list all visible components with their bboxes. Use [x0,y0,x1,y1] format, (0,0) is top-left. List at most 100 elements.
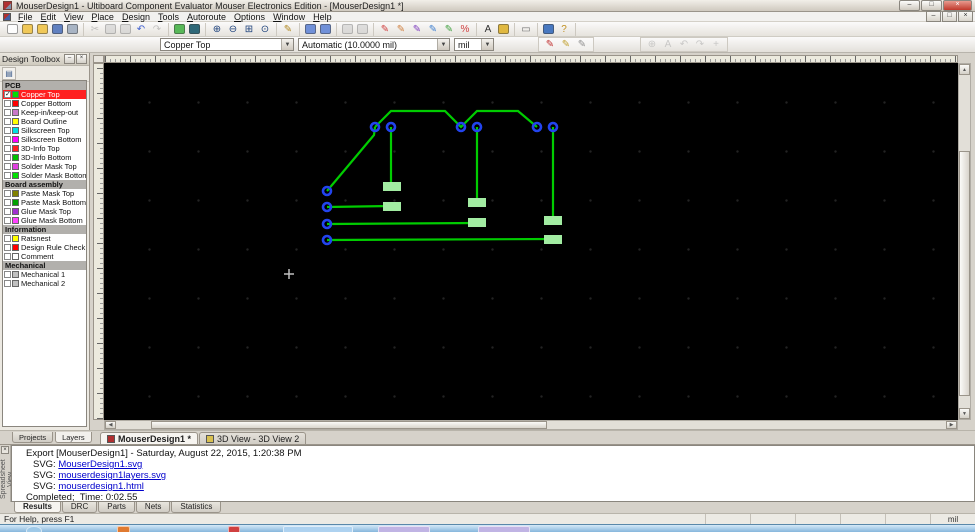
zoom-out-icon[interactable]: ⊖ [226,23,240,36]
menu-view[interactable]: View [60,12,87,22]
layer-row-paste-mask-bottom[interactable]: Paste Mask Bottom [3,198,86,207]
layer-row-board-outline[interactable]: Board Outline [3,117,86,126]
close-button[interactable]: × [943,0,972,11]
visibility-checkbox[interactable] [4,145,11,152]
layer-row-ratsnest[interactable]: Ratsnest [3,234,86,243]
layer-row-3d-info-top[interactable]: 3D-Info Top [3,144,86,153]
visibility-checkbox[interactable] [4,136,11,143]
layer-row-silkscreen-top[interactable]: Silkscreen Top [3,126,86,135]
zoom-window-icon[interactable]: ⊞ [242,23,256,36]
design-rules-icon[interactable]: ✎ [378,23,392,36]
place-line-icon[interactable]: ✎ [281,23,295,36]
horizontal-scrollbar-thumb[interactable] [151,421,547,429]
visibility-checkbox[interactable] [4,100,11,107]
help-icon[interactable]: ? [557,23,571,36]
import-file-icon[interactable] [498,24,509,34]
edit-trace-icon[interactable]: ✎ [426,23,440,36]
through-hole-pad[interactable] [531,121,543,133]
log-link[interactable]: MouserDesign1.svg [58,459,142,470]
visibility-checkbox[interactable] [4,271,11,278]
mdi-restore-button[interactable]: □ [942,11,957,22]
scroll-up-icon[interactable]: ▲ [959,64,970,75]
follow-me-router-icon[interactable]: ✎ [543,38,557,51]
new-file-icon[interactable] [7,24,18,34]
edit-via-icon[interactable]: ✎ [410,23,424,36]
visibility-checkbox[interactable] [4,190,11,197]
print-icon[interactable] [67,24,78,34]
text-tool-icon[interactable]: A [481,23,495,36]
layer-properties-icon[interactable]: ▤ [2,67,16,80]
smd-pad[interactable] [383,202,401,211]
panel-minimize-button[interactable]: – [64,54,75,64]
ripup-router-icon[interactable]: ✎ [575,38,589,51]
zoom-full-icon[interactable]: ⊙ [258,23,272,36]
smd-pad[interactable] [544,235,562,244]
visibility-checkbox[interactable] [4,154,11,161]
menu-design[interactable]: Design [118,12,154,22]
visibility-checkbox[interactable] [4,109,11,116]
visibility-checkbox[interactable] [4,208,11,215]
open-file-icon[interactable] [22,24,33,34]
menu-file[interactable]: File [14,12,37,22]
visibility-checkbox[interactable] [4,118,11,125]
through-hole-pad[interactable] [321,185,333,197]
redraw-screen-icon[interactable] [174,24,185,34]
menu-autoroute[interactable]: Autoroute [183,12,230,22]
log-link[interactable]: mouserdesign1layers.svg [58,470,166,481]
taskbar-button-1[interactable] [378,526,430,532]
minimize-button[interactable]: – [899,0,920,11]
layer-row-mechanical-1[interactable]: Mechanical 1 [3,270,86,279]
spreadsheet-tab-results[interactable]: Results [14,502,61,513]
layer-row-glue-mask-top[interactable]: Glue Mask Top [3,207,86,216]
menu-window[interactable]: Window [269,12,309,22]
grid-select[interactable]: Automatic (10.0000 mil) ▼ [298,38,450,51]
layer-row-3d-info-bottom[interactable]: 3D-Info Bottom [3,153,86,162]
vertical-scrollbar[interactable]: ▲ ▼ [958,63,971,420]
visibility-checkbox[interactable] [4,172,11,179]
menu-options[interactable]: Options [230,12,269,22]
layer-row-keep-in-keep-out[interactable]: Keep-in/keep-out [3,108,86,117]
copper-trace[interactable] [374,109,538,129]
layer-row-glue-mask-bottom[interactable]: Glue Mask Bottom [3,216,86,225]
visibility-checkbox[interactable] [4,280,11,287]
visibility-checkbox[interactable] [4,163,11,170]
scroll-right-icon[interactable]: ▶ [946,421,957,429]
close-icon[interactable]: × [1,446,9,454]
mdi-close-button[interactable]: × [958,11,973,22]
connection-machine-icon[interactable]: ✎ [559,38,573,51]
edit-copper-icon[interactable]: ✎ [442,23,456,36]
units-select[interactable]: mil ▼ [454,38,494,51]
database-view-icon[interactable] [320,24,331,34]
copper-trace[interactable] [326,237,554,242]
screen-capture-icon[interactable] [189,24,200,34]
copper-trace[interactable] [326,204,393,209]
visibility-checkbox[interactable] [4,217,11,224]
visibility-checkbox[interactable] [4,253,11,260]
menu-edit[interactable]: Edit [37,12,61,22]
reports-icon[interactable] [543,24,554,34]
smd-pad[interactable] [468,198,486,207]
layer-row-solder-mask-bottom[interactable]: Solder Mask Bottom [3,171,86,180]
copper-trace[interactable] [326,221,478,226]
restore-button[interactable]: □ [921,0,942,11]
taskbar-button-2[interactable] [478,526,530,532]
pcb-canvas[interactable] [104,63,958,420]
spreadsheet-tab-statistics[interactable]: Statistics [171,502,222,513]
zoom-in-icon[interactable]: ⊕ [210,23,224,36]
layer-row-copper-bottom[interactable]: Copper Bottom [3,99,86,108]
spreadsheet-tab-nets[interactable]: Nets [135,502,171,513]
active-layer-select[interactable]: Copper Top ▼ [160,38,294,51]
layer-row-comment[interactable]: Comment [3,252,86,261]
layer-row-solder-mask-top[interactable]: Solder Mask Top [3,162,86,171]
panel-close-button[interactable]: × [76,54,87,64]
scroll-down-icon[interactable]: ▼ [959,408,970,419]
layer-row-design-rule-check[interactable]: Design Rule Check [3,243,86,252]
copper-trace[interactable] [326,126,377,192]
taskbar-button-active[interactable] [283,526,353,532]
save-icon[interactable] [52,24,63,34]
smd-pad[interactable] [468,218,486,227]
mdi-minimize-button[interactable]: – [926,11,941,22]
menu-place[interactable]: Place [87,12,118,22]
menu-help[interactable]: Help [309,12,336,22]
taskbar-icon-orange[interactable] [117,526,130,532]
